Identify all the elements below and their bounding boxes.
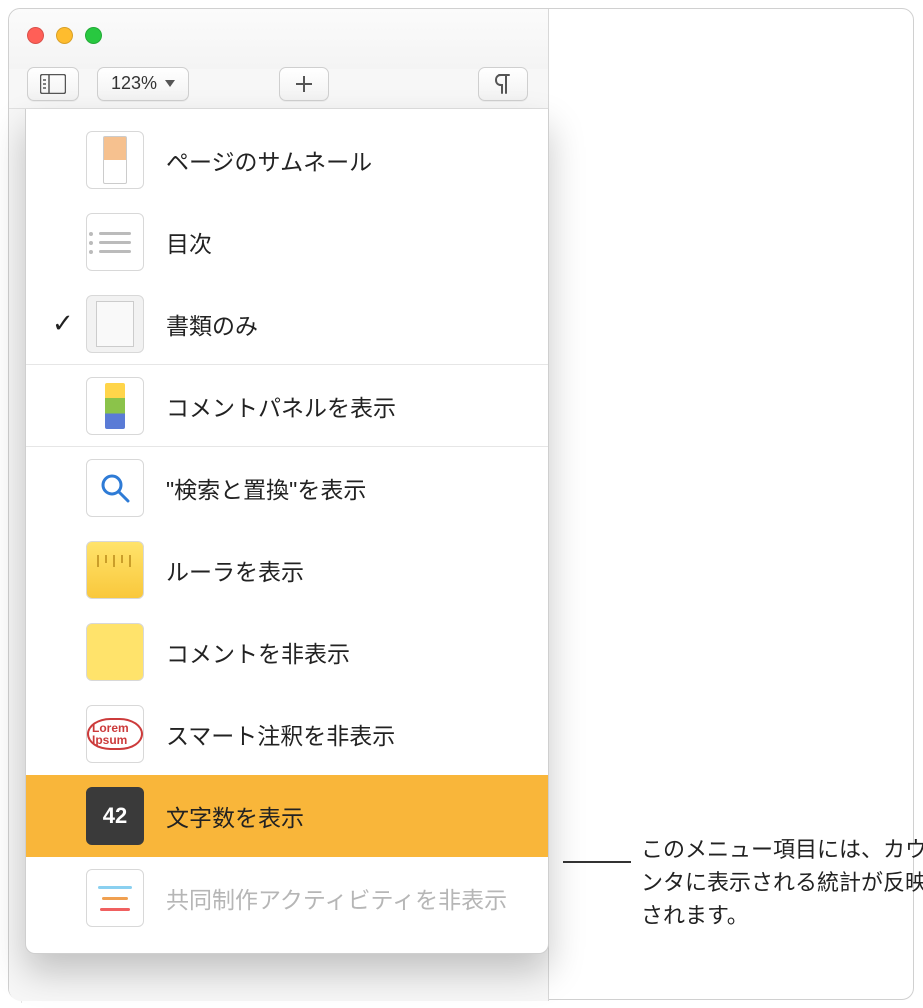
document-only-icon <box>86 295 144 353</box>
menu-item-document-only[interactable]: ✓ 書類のみ <box>26 283 548 365</box>
menu-item-page-thumbnails[interactable]: ページのサムネール <box>26 119 548 201</box>
menu-item-hide-smart-annotations[interactable]: Lorem Ipsum スマート注釈を非表示 <box>26 693 548 775</box>
ruler-icon <box>86 541 144 599</box>
comment-panel-icon <box>86 377 144 435</box>
menu-label: スマート注釈を非表示 <box>166 717 395 751</box>
menu-item-hide-collab-activity: 共同制作アクティビティを非表示 <box>26 857 548 939</box>
zoom-level-dropdown[interactable]: 123% <box>97 67 189 101</box>
char-count-value: 42 <box>103 803 127 829</box>
menu-label: 文字数を表示 <box>166 799 304 833</box>
menu-item-show-find-replace[interactable]: "検索と置換"を表示 <box>26 447 548 529</box>
app-window-frame: 123% ページのサムネール <box>8 8 914 1000</box>
menu-label: 共同制作アクティビティを非表示 <box>166 881 507 915</box>
search-icon <box>86 459 144 517</box>
window-controls <box>27 27 102 44</box>
close-window-button[interactable] <box>27 27 44 44</box>
menu-item-show-char-count[interactable]: 42 文字数を表示 <box>26 775 548 857</box>
menu-label: ページのサムネール <box>166 143 372 177</box>
plus-icon <box>294 74 314 94</box>
smart-annotation-icon: Lorem Ipsum <box>86 705 144 763</box>
zoom-level-value: 123% <box>111 73 157 94</box>
menu-label: 目次 <box>166 225 212 259</box>
pilcrow-icon <box>493 73 513 95</box>
zoom-window-button[interactable] <box>85 27 102 44</box>
view-dropdown-menu: ページのサムネール 目次 ✓ 書類のみ コメントパネルを表示 "検索と置換"を表… <box>25 109 549 954</box>
collab-activity-icon <box>86 869 144 927</box>
view-menu-button[interactable] <box>27 67 79 101</box>
menu-item-toc[interactable]: 目次 <box>26 201 548 283</box>
menu-label: コメントパネルを表示 <box>166 389 396 423</box>
app-window: 123% ページのサムネール <box>9 9 549 1001</box>
insert-button[interactable] <box>279 67 329 101</box>
page-thumbnails-icon <box>86 131 144 189</box>
menu-item-hide-comments[interactable]: コメントを非表示 <box>26 611 548 693</box>
toc-icon <box>86 213 144 271</box>
paragraph-marks-button[interactable] <box>478 67 528 101</box>
sidebar-icon <box>40 74 66 94</box>
menu-label: コメントを非表示 <box>166 635 350 669</box>
checkmark-icon: ✓ <box>52 308 74 339</box>
callout-text: このメニュー項目には、カウンタに表示される統計が反映されます。 <box>641 833 923 932</box>
menu-label: 書類のみ <box>166 307 258 341</box>
minimize-window-button[interactable] <box>56 27 73 44</box>
comment-icon <box>86 623 144 681</box>
callout-leader-line <box>563 861 631 863</box>
menu-label: ルーラを表示 <box>166 553 304 587</box>
char-count-icon: 42 <box>86 787 144 845</box>
chevron-down-icon <box>165 80 175 87</box>
menu-item-show-comment-panel[interactable]: コメントパネルを表示 <box>26 365 548 447</box>
menu-item-show-ruler[interactable]: ルーラを表示 <box>26 529 548 611</box>
toolbar: 123% <box>9 59 548 109</box>
menu-label: "検索と置換"を表示 <box>166 471 366 505</box>
